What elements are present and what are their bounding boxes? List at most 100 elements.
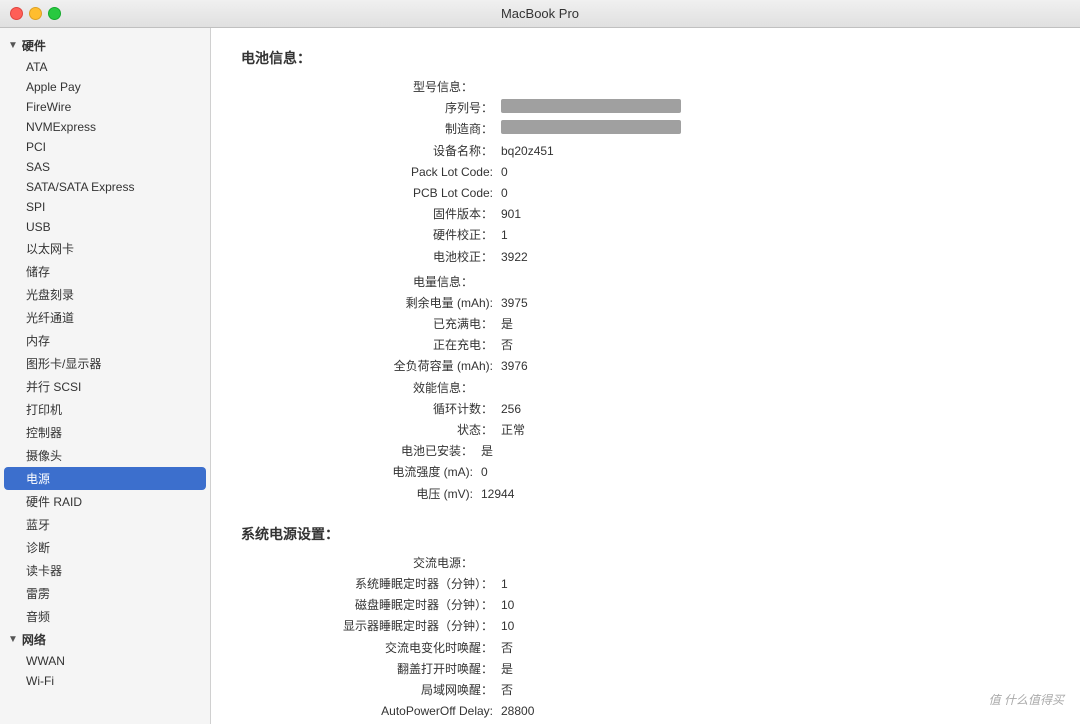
fully-charged-label: 已充满电： <box>241 315 501 334</box>
charge-section-title: 电量信息： <box>241 273 481 292</box>
fully-charged-row: 已充满电： 是 <box>241 315 1050 334</box>
sidebar-item-wifi[interactable]: Wi-Fi <box>0 671 210 691</box>
battery-device-value: bq20z451 <box>501 142 554 161</box>
sidebar-item-printer[interactable]: 打印机 <box>0 398 210 421</box>
battery-device-row: 设备名称： bq20z451 <box>241 142 1050 161</box>
charging-value: 否 <box>501 336 513 355</box>
ac-change-row: 交流电变化时唤醒： 否 <box>241 639 1050 658</box>
battery-installed-row: 电池已安装： 是 <box>241 442 1050 461</box>
battery-correction-label: 电池校正： <box>241 248 501 267</box>
sidebar-item-usb[interactable]: USB <box>0 217 210 237</box>
performance-section-title: 效能信息： <box>241 379 481 398</box>
sidebar-item-pci[interactable]: PCI <box>0 137 210 157</box>
hardware-version-row: 硬件校正： 1 <box>241 226 1050 245</box>
battery-correction-value: 3922 <box>501 248 528 267</box>
status-value: 正常 <box>501 421 525 440</box>
ac-change-label: 交流电变化时唤醒： <box>241 639 501 658</box>
pack-lot-code-row: Pack Lot Code: 0 <box>241 163 1050 182</box>
close-button[interactable] <box>10 7 23 20</box>
sidebar-item-camera[interactable]: 摄像头 <box>0 444 210 467</box>
firmware-value: 901 <box>501 205 521 224</box>
current-row: 电流强度 (mA): 0 <box>241 463 1050 482</box>
full-capacity-value: 3976 <box>501 357 528 376</box>
battery-manufacturer-value <box>501 120 681 134</box>
disk-sleep-row: 磁盘睡眠定时器（分钟）： 10 <box>241 596 1050 615</box>
pack-lot-code-value: 0 <box>501 163 508 182</box>
system-sleep-row: 系统睡眠定时器（分钟）： 1 <box>241 575 1050 594</box>
sidebar-item-thunderbolt[interactable]: 雷雳 <box>0 582 210 605</box>
network-section-label: 网络 <box>22 631 46 648</box>
hardware-section-header[interactable]: ▼ 硬件 <box>0 34 210 57</box>
battery-model-label: 型号信息： <box>241 78 481 97</box>
hardware-arrow-icon: ▼ <box>8 40 18 51</box>
sidebar-item-bluetooth[interactable]: 蓝牙 <box>0 513 210 536</box>
sidebar-item-applepay[interactable]: Apple Pay <box>0 77 210 97</box>
minimize-button[interactable] <box>29 7 42 20</box>
sidebar-item-optical[interactable]: 光盘刻录 <box>0 283 210 306</box>
sidebar-item-scsi[interactable]: 并行 SCSI <box>0 375 210 398</box>
sidebar-item-wwan[interactable]: WWAN <box>0 651 210 671</box>
lan-wake-value: 否 <box>501 681 513 700</box>
ac-change-value: 否 <box>501 639 513 658</box>
hardware-version-value: 1 <box>501 226 508 245</box>
sidebar-item-cardreader[interactable]: 读卡器 <box>0 559 210 582</box>
system-sleep-value: 1 <box>501 575 508 594</box>
remaining-row: 剩余电量 (mAh): 3975 <box>241 294 1050 313</box>
full-capacity-row: 全负荷容量 (mAh): 3976 <box>241 357 1050 376</box>
pack-lot-code-label: Pack Lot Code: <box>241 163 501 182</box>
sidebar-item-power[interactable]: 电源 <box>4 467 206 490</box>
current-value: 0 <box>481 463 488 482</box>
firmware-label: 固件版本： <box>241 205 501 224</box>
sidebar-item-sata[interactable]: SATA/SATA Express <box>0 177 210 197</box>
sidebar-item-controller[interactable]: 控制器 <box>0 421 210 444</box>
lid-open-row: 翻盖打开时唤醒： 是 <box>241 660 1050 679</box>
sidebar-item-graphics[interactable]: 图形卡/显示器 <box>0 352 210 375</box>
hardware-version-label: 硬件校正： <box>241 226 501 245</box>
status-label: 状态： <box>241 421 501 440</box>
sidebar-item-ata[interactable]: ATA <box>0 57 210 77</box>
battery-model-row: 型号信息： <box>241 78 1050 97</box>
maximize-button[interactable] <box>48 7 61 20</box>
auto-power-off-delay-label: AutoPowerOff Delay: <box>241 702 501 721</box>
auto-power-off-delay-value: 28800 <box>501 702 534 721</box>
status-row: 状态： 正常 <box>241 421 1050 440</box>
cycle-count-label: 循环计数： <box>241 400 501 419</box>
battery-manufacturer-row: 制造商： <box>241 120 1050 139</box>
network-arrow-icon: ▼ <box>8 634 18 645</box>
sidebar-item-sas[interactable]: SAS <box>0 157 210 177</box>
battery-installed-value: 是 <box>481 442 493 461</box>
sidebar-item-hwraid[interactable]: 硬件 RAID <box>0 490 210 513</box>
cycle-count-value: 256 <box>501 400 521 419</box>
remaining-value: 3975 <box>501 294 528 313</box>
sidebar-item-firewire[interactable]: FireWire <box>0 97 210 117</box>
sidebar-item-memory[interactable]: 内存 <box>0 329 210 352</box>
performance-section-row: 效能信息： <box>241 379 1050 398</box>
lid-open-value: 是 <box>501 660 513 679</box>
power-section-title: 系统电源设置： <box>241 524 1050 544</box>
cycle-count-row: 循环计数： 256 <box>241 400 1050 419</box>
sidebar-item-fibrechannel[interactable]: 光纤通道 <box>0 306 210 329</box>
sidebar-item-ethernet[interactable]: 以太网卡 <box>0 237 210 260</box>
disk-sleep-value: 10 <box>501 596 514 615</box>
content-area: 电池信息： 型号信息： 序列号： 制造商： 设备名称： bq20z451 <box>211 28 1080 724</box>
fully-charged-value: 是 <box>501 315 513 334</box>
network-section-header[interactable]: ▼ 网络 <box>0 628 210 651</box>
display-sleep-row: 显示器睡眠定时器（分钟）： 10 <box>241 617 1050 636</box>
current-label: 电流强度 (mA): <box>241 463 481 482</box>
sidebar-item-spi[interactable]: SPI <box>0 197 210 217</box>
sidebar-item-storage[interactable]: 储存 <box>0 260 210 283</box>
sidebar-item-nvmexpress[interactable]: NVMExpress <box>0 117 210 137</box>
hardware-section-label: 硬件 <box>22 37 46 54</box>
battery-model-section: 型号信息： 序列号： 制造商： 设备名称： bq20z451 Pack Lot … <box>241 78 1050 267</box>
sidebar-item-diagnostics[interactable]: 诊断 <box>0 536 210 559</box>
lid-open-label: 翻盖打开时唤醒： <box>241 660 501 679</box>
full-capacity-label: 全负荷容量 (mAh): <box>241 357 501 376</box>
voltage-row: 电压 (mV): 12944 <box>241 485 1050 504</box>
sidebar-item-audio[interactable]: 音频 <box>0 605 210 628</box>
remaining-label: 剩余电量 (mAh): <box>241 294 501 313</box>
system-sleep-label: 系统睡眠定时器（分钟）： <box>241 575 501 594</box>
battery-serial-value <box>501 99 681 113</box>
disk-sleep-label: 磁盘睡眠定时器（分钟）： <box>241 596 501 615</box>
firmware-row: 固件版本： 901 <box>241 205 1050 224</box>
titlebar: MacBook Pro <box>0 0 1080 28</box>
